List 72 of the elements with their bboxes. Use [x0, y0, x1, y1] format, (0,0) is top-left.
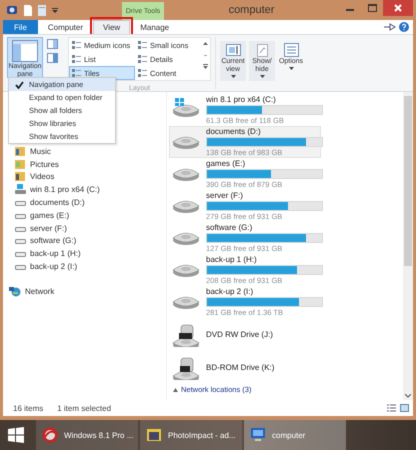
check-icon — [14, 80, 24, 88]
scroll-down-icon[interactable] — [405, 394, 411, 398]
app-icon — [42, 427, 58, 443]
sidebar-item[interactable]: Network — [9, 284, 166, 298]
scrollbar[interactable] — [403, 92, 413, 400]
current-view-icon — [224, 43, 242, 58]
sidebar-item[interactable]: documents (D:) — [15, 196, 166, 209]
status-text: 1 item selected — [57, 404, 112, 412]
network-icon — [9, 286, 21, 297]
drive-name: software (G:) — [206, 223, 254, 232]
ribbon-tab[interactable]: Computer — [38, 20, 94, 34]
drive-name: DVD RW Drive (J:) — [206, 330, 273, 339]
drive-name: win 8.1 pro x64 (C:) — [206, 95, 277, 104]
disc-drive-icon — [172, 322, 200, 346]
window-title: computer — [228, 3, 276, 18]
details-pane-icon[interactable] — [47, 53, 58, 63]
navigation-pane-icon — [12, 40, 38, 62]
sidebar-item[interactable]: back-up 2 (I:) — [15, 260, 166, 273]
collapse-icon — [173, 388, 178, 392]
ribbon-tab[interactable]: File — [3, 20, 38, 34]
folder-icon — [15, 158, 26, 170]
caret-icon — [260, 75, 264, 78]
drive-name: games (E:) — [206, 159, 246, 168]
close-button[interactable] — [383, 0, 413, 16]
drive-name: back-up 1 (H:) — [206, 255, 258, 264]
sidebar-item[interactable]: software (G:) — [15, 234, 166, 248]
options-icon — [282, 43, 300, 58]
taskbar-button[interactable]: computer — [244, 420, 346, 450]
tiles-view-icon[interactable] — [400, 404, 409, 412]
app-icon — [6, 4, 18, 16]
details-view-icon[interactable] — [387, 404, 396, 412]
layout-icon — [72, 69, 81, 77]
drive-name: back-up 2 (I:) — [206, 287, 254, 296]
layout-icon — [138, 69, 147, 77]
disc-drive-icon — [172, 356, 200, 380]
picture-icon — [146, 427, 162, 443]
folder-icon — [15, 146, 26, 157]
drive-name: BD-ROM Drive (K:) — [206, 363, 274, 372]
sidebar-item[interactable]: Music — [15, 145, 166, 158]
preview-pane-icon[interactable] — [47, 39, 58, 49]
taskbar-button[interactable]: Windows 8.1 Pro ... — [36, 420, 138, 450]
folder-icon — [15, 171, 26, 182]
status-text: 16 items — [13, 404, 44, 412]
sidebar-item[interactable]: games (E:) — [15, 208, 166, 222]
sidebar-item[interactable]: server (F:) — [15, 222, 166, 235]
taskbar-button[interactable]: PhotoImpact - ad... — [140, 420, 242, 450]
expand-ribbon-icon[interactable] — [384, 23, 396, 31]
computer-icon — [250, 427, 266, 443]
layout-icon — [138, 55, 147, 63]
start-icon[interactable] — [8, 427, 24, 443]
drive-name: documents (D:) — [206, 127, 262, 136]
sidebar-item[interactable]: Videos — [15, 170, 166, 184]
drive-tile[interactable]: DVD RW Drive (J:) — [169, 318, 321, 351]
layout-icon — [72, 41, 81, 49]
close-icon — [394, 4, 402, 12]
drive-name: server (F:) — [206, 191, 244, 200]
sidebar-item[interactable]: Pictures — [15, 158, 166, 171]
caret-icon — [230, 75, 236, 78]
customize-icon[interactable] — [52, 6, 58, 14]
drive-icon — [15, 184, 26, 196]
ribbon-tab[interactable]: View — [93, 20, 130, 34]
ribbon-tab[interactable]: Manage — [130, 20, 180, 34]
sidebar-item[interactable]: back-up 1 (H:) — [15, 247, 166, 260]
scroll-thumb[interactable] — [404, 96, 412, 266]
caret-icon — [288, 67, 294, 70]
drive-tile[interactable]: BD-ROM Drive (K:) — [169, 351, 321, 384]
gallery-scroll-icon[interactable] — [203, 41, 208, 71]
maximize-icon — [368, 4, 376, 12]
layout-icon — [138, 41, 147, 49]
help-icon[interactable] — [399, 22, 409, 32]
sidebar-item[interactable]: win 8.1 pro x64 (C:) — [15, 183, 166, 196]
layout-icon — [72, 55, 81, 63]
